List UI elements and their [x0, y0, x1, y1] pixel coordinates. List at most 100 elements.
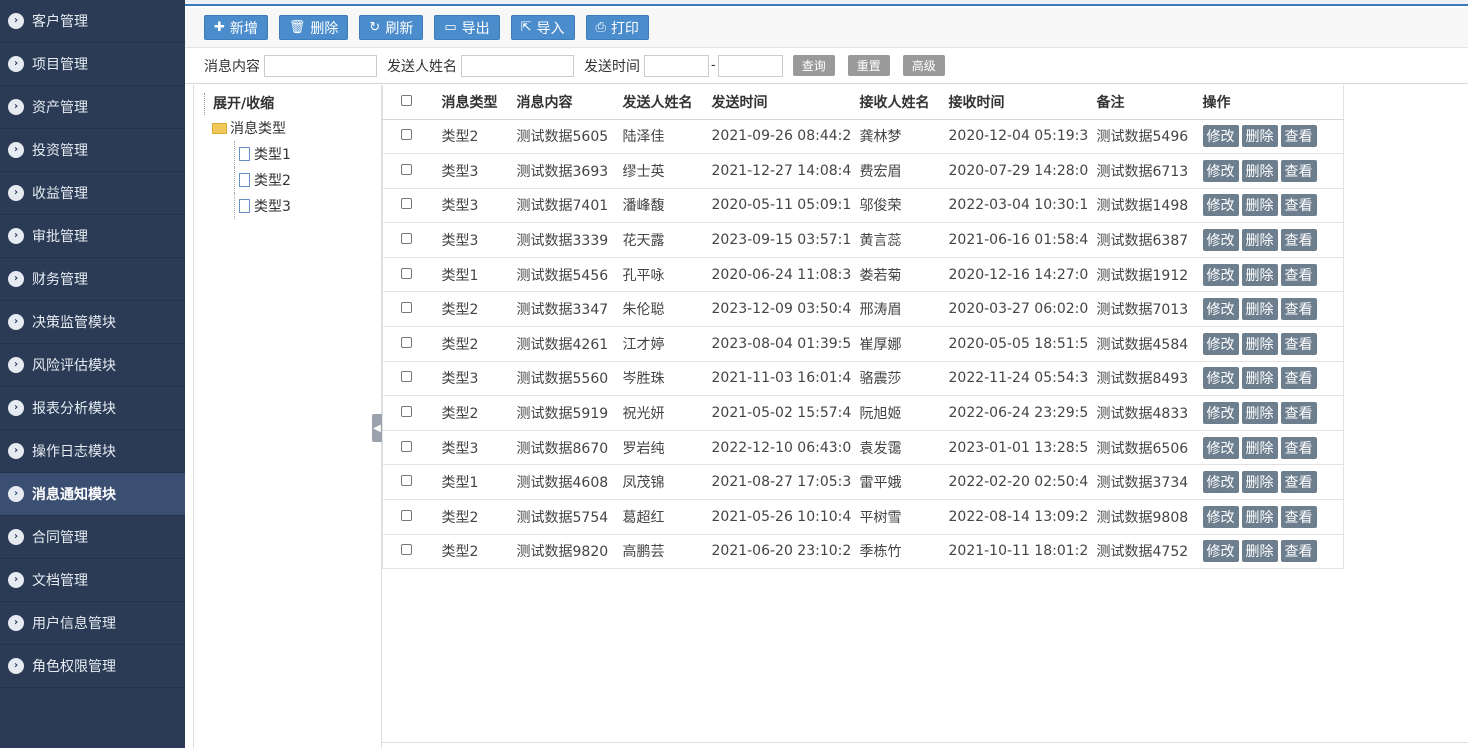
- view-button[interactable]: 查看: [1280, 367, 1317, 390]
- sidebar-item[interactable]: › 文档管理: [0, 559, 185, 602]
- sidebar-item[interactable]: › 投资管理: [0, 129, 185, 172]
- row-delete-button[interactable]: 删除: [1241, 159, 1278, 182]
- col-header-receive-time[interactable]: 接收时间: [940, 85, 1089, 120]
- sidebar-item[interactable]: › 合同管理: [0, 516, 185, 559]
- view-button[interactable]: 查看: [1280, 402, 1317, 425]
- import-button[interactable]: ⇱ 导入: [510, 15, 575, 40]
- sidebar-item[interactable]: › 审批管理: [0, 215, 185, 258]
- view-button[interactable]: 查看: [1280, 194, 1317, 217]
- row-checkbox[interactable]: [401, 233, 412, 245]
- sidebar-item[interactable]: › 风险评估模块: [0, 344, 185, 387]
- sidebar-item[interactable]: › 用户信息管理: [0, 602, 185, 645]
- query-button[interactable]: 查询: [792, 55, 835, 76]
- sidebar-item[interactable]: › 项目管理: [0, 43, 185, 86]
- view-button[interactable]: 查看: [1280, 332, 1317, 355]
- row-checkbox[interactable]: [401, 129, 412, 141]
- row-delete-button[interactable]: 删除: [1241, 471, 1278, 494]
- sidebar-item[interactable]: › 报表分析模块: [0, 387, 185, 430]
- row-delete-button[interactable]: 删除: [1241, 298, 1278, 321]
- advanced-button[interactable]: 高级: [902, 55, 945, 76]
- delete-button[interactable]: 🗑 删除: [278, 15, 349, 40]
- collapse-panel-handle[interactable]: ◀: [372, 414, 382, 442]
- edit-button[interactable]: 修改: [1202, 159, 1239, 182]
- row-checkbox[interactable]: [401, 336, 412, 348]
- row-checkbox[interactable]: [401, 406, 412, 418]
- row-checkbox[interactable]: [401, 302, 412, 314]
- refresh-button[interactable]: ↻ 刷新: [359, 15, 424, 40]
- edit-button[interactable]: 修改: [1202, 194, 1239, 217]
- row-delete-button[interactable]: 删除: [1241, 332, 1278, 355]
- export-button[interactable]: ▭ 导出: [434, 15, 500, 40]
- sender-filter-input[interactable]: [461, 54, 574, 77]
- edit-button[interactable]: 修改: [1202, 402, 1239, 425]
- type-cell: 类型2: [433, 534, 509, 570]
- row-delete-button[interactable]: 删除: [1241, 367, 1278, 390]
- row-delete-button[interactable]: 删除: [1241, 540, 1278, 563]
- edit-button[interactable]: 修改: [1202, 505, 1239, 528]
- reset-button[interactable]: 重置: [847, 55, 890, 76]
- row-delete-button[interactable]: 删除: [1241, 505, 1278, 528]
- edit-button[interactable]: 修改: [1202, 540, 1239, 563]
- row-select-cell: [382, 464, 434, 501]
- sidebar-item[interactable]: › 决策监管模块: [0, 301, 185, 344]
- view-button[interactable]: 查看: [1280, 298, 1317, 321]
- col-header-remark[interactable]: 备注: [1088, 85, 1195, 120]
- sidebar-item[interactable]: › 客户管理: [0, 0, 185, 43]
- time-to-input[interactable]: [717, 54, 783, 77]
- edit-button[interactable]: 修改: [1202, 125, 1239, 148]
- receive-time-cell: 2020-12-04 05:19:32: [940, 119, 1089, 155]
- add-button[interactable]: ✚ 新增: [204, 15, 268, 40]
- tree-leaf[interactable]: 类型1: [234, 141, 381, 167]
- view-button[interactable]: 查看: [1280, 125, 1317, 148]
- row-checkbox[interactable]: [401, 475, 412, 487]
- row-delete-button[interactable]: 删除: [1241, 263, 1278, 286]
- sidebar-item[interactable]: › 操作日志模块: [0, 430, 185, 473]
- tree-leaf[interactable]: 类型3: [234, 193, 381, 219]
- edit-button[interactable]: 修改: [1202, 471, 1239, 494]
- sidebar-item[interactable]: › 资产管理: [0, 86, 185, 129]
- edit-button[interactable]: 修改: [1202, 367, 1239, 390]
- col-header-type[interactable]: 消息类型: [433, 85, 509, 120]
- row-checkbox[interactable]: [401, 509, 412, 521]
- row-delete-button[interactable]: 删除: [1241, 402, 1278, 425]
- col-header-receiver[interactable]: 接收人姓名: [851, 85, 941, 120]
- edit-button[interactable]: 修改: [1202, 332, 1239, 355]
- row-delete-button[interactable]: 删除: [1241, 229, 1278, 252]
- edit-button[interactable]: 修改: [1202, 298, 1239, 321]
- edit-button[interactable]: 修改: [1202, 229, 1239, 252]
- row-delete-button[interactable]: 删除: [1241, 436, 1278, 459]
- content-filter-input[interactable]: [264, 54, 377, 77]
- view-button[interactable]: 查看: [1280, 540, 1317, 563]
- sidebar-item[interactable]: › 角色权限管理: [0, 645, 185, 688]
- col-header-sender[interactable]: 发送人姓名: [614, 85, 704, 120]
- row-checkbox[interactable]: [401, 198, 412, 210]
- row-checkbox[interactable]: [401, 440, 412, 452]
- sidebar-item[interactable]: › 财务管理: [0, 258, 185, 301]
- sidebar-item-label: 客户管理: [32, 14, 88, 30]
- sidebar-item[interactable]: › 消息通知模块: [0, 473, 185, 516]
- row-checkbox[interactable]: [401, 163, 412, 175]
- col-header-send-time[interactable]: 发送时间: [703, 85, 852, 120]
- select-all-checkbox[interactable]: [401, 94, 412, 106]
- row-checkbox[interactable]: [401, 371, 412, 383]
- sidebar-item[interactable]: › 收益管理: [0, 172, 185, 215]
- chevron-right-circle-icon: ›: [8, 142, 24, 158]
- row-checkbox[interactable]: [401, 544, 412, 556]
- row-delete-button[interactable]: 删除: [1241, 194, 1278, 217]
- view-button[interactable]: 查看: [1280, 159, 1317, 182]
- view-button[interactable]: 查看: [1280, 263, 1317, 286]
- view-button[interactable]: 查看: [1280, 229, 1317, 252]
- tree-folder-message-type[interactable]: 消息类型: [212, 115, 381, 141]
- row-checkbox[interactable]: [401, 267, 412, 279]
- edit-button[interactable]: 修改: [1202, 436, 1239, 459]
- print-button[interactable]: ⎙ 打印: [585, 15, 649, 40]
- view-button[interactable]: 查看: [1280, 505, 1317, 528]
- row-delete-button[interactable]: 删除: [1241, 125, 1278, 148]
- view-button[interactable]: 查看: [1280, 471, 1317, 494]
- time-from-input[interactable]: [644, 54, 709, 77]
- col-header-content[interactable]: 消息内容: [508, 85, 615, 120]
- tree-expand-collapse[interactable]: 展开/收缩: [204, 93, 381, 115]
- tree-leaf[interactable]: 类型2: [234, 167, 381, 193]
- edit-button[interactable]: 修改: [1202, 263, 1239, 286]
- view-button[interactable]: 查看: [1280, 436, 1317, 459]
